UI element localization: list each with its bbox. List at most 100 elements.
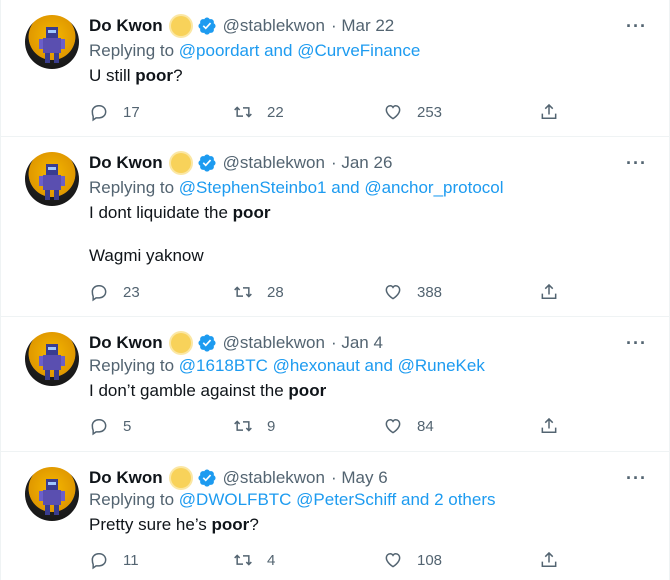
author-name[interactable]: Do Kwon bbox=[89, 16, 163, 36]
retweet-button[interactable]: 28 bbox=[233, 282, 284, 302]
retweet-button[interactable]: 22 bbox=[233, 102, 284, 122]
mention-link[interactable]: @StephenSteinbo1 bbox=[179, 178, 327, 197]
reply-button[interactable]: 17 bbox=[89, 102, 140, 122]
heart-icon bbox=[385, 552, 401, 568]
like-button[interactable]: 84 bbox=[383, 416, 434, 436]
more-icon[interactable]: ··· bbox=[626, 153, 647, 174]
author-name[interactable]: Do Kwon bbox=[89, 468, 163, 488]
tweet[interactable]: Do Kwon @stablekwon · Mar 22 ··· Replyin… bbox=[1, 0, 669, 137]
reply-icon bbox=[91, 419, 107, 436]
retweet-icon bbox=[234, 554, 252, 566]
tweet[interactable]: Do Kwon @stablekwon · Jan 4 ··· Replying… bbox=[1, 317, 669, 452]
reply-icon bbox=[91, 553, 107, 570]
mention-link[interactable]: @poordart bbox=[179, 41, 260, 60]
author-handle[interactable]: @stablekwon bbox=[223, 468, 325, 488]
replying-to: Replying to @StephenSteinbo1 and @anchor… bbox=[89, 178, 504, 198]
verified-badge-icon bbox=[198, 334, 216, 352]
like-count: 108 bbox=[417, 551, 443, 569]
reply-button[interactable]: 5 bbox=[89, 416, 131, 436]
verified-badge-icon bbox=[198, 154, 216, 172]
reply-count: 23 bbox=[123, 283, 140, 301]
text-segment: ? bbox=[173, 66, 183, 85]
more-icon[interactable]: ··· bbox=[626, 333, 647, 354]
tweet[interactable]: Do Kwon @stablekwon · Jan 26 ··· Replyin… bbox=[1, 137, 669, 317]
tweet-date[interactable]: · May 6 bbox=[331, 468, 388, 488]
tweet-text: I don’t gamble against the poor bbox=[89, 381, 326, 401]
author-name[interactable]: Do Kwon bbox=[89, 153, 163, 173]
reply-button[interactable]: 11 bbox=[89, 550, 139, 570]
share-button[interactable] bbox=[539, 102, 573, 122]
replying-prefix: Replying to bbox=[89, 41, 175, 60]
more-icon[interactable]: ··· bbox=[626, 16, 647, 37]
tweet[interactable]: Do Kwon @stablekwon · May 6 ··· Replying… bbox=[1, 452, 669, 580]
share-icon bbox=[541, 283, 557, 299]
mention-joiner: and bbox=[359, 356, 398, 375]
tweet-date[interactable]: · Jan 4 bbox=[331, 333, 383, 353]
verified-badge-icon bbox=[198, 469, 216, 487]
reply-button[interactable]: 23 bbox=[89, 282, 140, 302]
share-button[interactable] bbox=[539, 550, 573, 570]
mention-joiner: and bbox=[326, 178, 365, 197]
replying-prefix: Replying to bbox=[89, 356, 175, 375]
retweet-icon bbox=[234, 286, 252, 298]
sun-emoji-icon bbox=[170, 468, 191, 488]
mention-link[interactable]: @CurveFinance bbox=[297, 41, 420, 60]
like-count: 253 bbox=[417, 103, 443, 121]
tweet-actions: 23 28 388 bbox=[89, 282, 569, 304]
reply-icon bbox=[91, 105, 107, 122]
more-icon[interactable]: ··· bbox=[626, 468, 647, 489]
reply-count: 11 bbox=[123, 551, 139, 569]
text-segment: I don’t gamble against the bbox=[89, 381, 289, 400]
share-button[interactable] bbox=[539, 282, 573, 302]
author-handle[interactable]: @stablekwon bbox=[223, 333, 325, 353]
avatar[interactable] bbox=[25, 332, 79, 386]
share-icon bbox=[541, 551, 557, 567]
tweet-text: U still poor? bbox=[89, 66, 183, 86]
mention-link[interactable]: @anchor_protocol bbox=[364, 178, 503, 197]
verified-badge-icon bbox=[198, 17, 216, 35]
avatar[interactable] bbox=[25, 15, 79, 69]
like-button[interactable]: 108 bbox=[383, 550, 442, 570]
sun-emoji-icon bbox=[170, 16, 191, 36]
sun-emoji-icon bbox=[170, 333, 191, 353]
heart-icon bbox=[385, 284, 401, 300]
author-handle[interactable]: @stablekwon bbox=[223, 16, 325, 36]
author-handle[interactable]: @stablekwon bbox=[223, 153, 325, 173]
mention-link[interactable]: @1618BTC @hexonaut bbox=[179, 356, 360, 375]
tweet-actions: 17 22 253 bbox=[89, 102, 569, 124]
reply-count: 17 bbox=[123, 103, 140, 121]
replying-prefix: Replying to bbox=[89, 490, 175, 509]
retweet-count: 22 bbox=[267, 103, 284, 121]
like-count: 84 bbox=[417, 417, 434, 435]
retweet-icon bbox=[234, 106, 252, 118]
share-button[interactable] bbox=[539, 416, 573, 436]
mention-link[interactable]: @RuneKek bbox=[398, 356, 485, 375]
avatar[interactable] bbox=[25, 152, 79, 206]
replying-to: Replying to @poordart and @CurveFinance bbox=[89, 41, 420, 61]
tweet-date[interactable]: · Jan 26 bbox=[331, 153, 392, 173]
share-icon bbox=[541, 103, 557, 119]
heart-icon bbox=[385, 104, 401, 120]
reply-count: 5 bbox=[123, 417, 132, 435]
like-button[interactable]: 253 bbox=[383, 102, 442, 122]
retweet-count: 4 bbox=[267, 551, 276, 569]
replying-to: Replying to @1618BTC @hexonaut and @Rune… bbox=[89, 356, 485, 376]
share-icon bbox=[541, 417, 557, 433]
tweet-date[interactable]: · Mar 22 bbox=[331, 16, 394, 36]
like-button[interactable]: 388 bbox=[383, 282, 442, 302]
text-bold: poor bbox=[135, 66, 174, 85]
mention-joiner: and bbox=[259, 41, 298, 60]
retweet-button[interactable]: 4 bbox=[233, 550, 275, 570]
mention-link[interactable]: 2 others bbox=[434, 490, 495, 509]
replying-prefix: Replying to bbox=[89, 178, 175, 197]
mention-link[interactable]: @DWOLFBTC @PeterSchiff bbox=[179, 490, 396, 509]
text-segment: ? bbox=[249, 515, 259, 534]
tweet-actions: 5 9 84 bbox=[89, 416, 569, 438]
author-name[interactable]: Do Kwon bbox=[89, 333, 163, 353]
avatar[interactable] bbox=[25, 467, 79, 521]
retweet-button[interactable]: 9 bbox=[233, 416, 275, 436]
tweet-text: I dont liquidate the poor bbox=[89, 203, 270, 223]
tweet-actions: 11 4 108 bbox=[89, 550, 569, 572]
text-bold: poor bbox=[211, 515, 250, 534]
retweet-count: 9 bbox=[267, 417, 276, 435]
